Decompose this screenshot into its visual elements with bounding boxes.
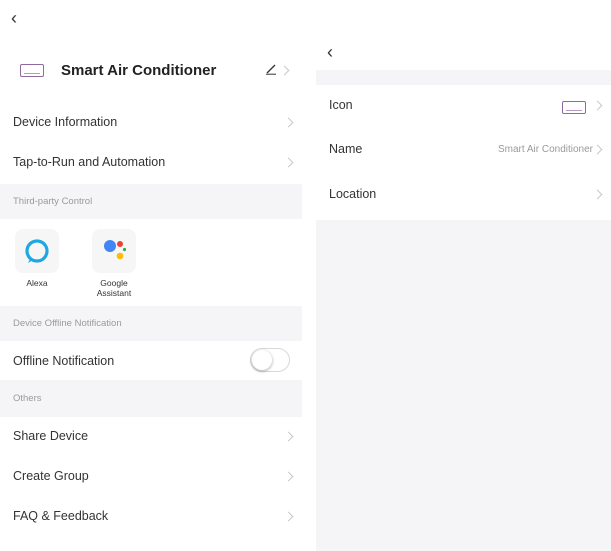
row-label: Icon [329, 98, 353, 112]
row-label: FAQ & Feedback [13, 509, 109, 523]
section-label: Device Offline Notification [13, 318, 122, 329]
chevron-right-icon [283, 431, 294, 442]
row-label: Share Device [13, 429, 89, 443]
back-chevron-icon[interactable]: ‹ [11, 9, 17, 27]
third-party-google-assistant[interactable]: Google Assistant [84, 229, 144, 299]
third-party-label: Alexa [26, 278, 48, 288]
row-label: Device Information [13, 115, 118, 129]
device-settings-panel: ‹ Smart Air Conditioner Device Informati… [0, 0, 302, 551]
chevron-right-icon [592, 100, 603, 111]
row-tap-to-run[interactable]: Tap-to-Run and Automation [0, 143, 302, 183]
row-label: Offline Notification [13, 354, 115, 368]
row-label: Create Group [13, 469, 89, 483]
chevron-right-icon [283, 117, 294, 128]
google-assistant-icon [92, 229, 136, 273]
row-icon[interactable]: Icon [316, 85, 611, 129]
section-offline: Device Offline Notification [0, 306, 302, 342]
chevron-right-icon [283, 511, 294, 522]
chevron-right-icon [283, 471, 294, 482]
row-label: Location [329, 187, 377, 201]
row-name[interactable]: Name Smart Air Conditioner [316, 129, 611, 173]
device-title: Smart Air Conditioner [61, 62, 217, 79]
chevron-right-icon [283, 157, 294, 168]
section-others: Others [0, 380, 302, 417]
edit-pencil-icon[interactable] [265, 63, 277, 75]
third-party-alexa[interactable]: Alexa [7, 229, 67, 289]
offline-notification-toggle[interactable] [250, 348, 290, 372]
device-header: Smart Air Conditioner [0, 44, 302, 98]
row-device-information[interactable]: Device Information [0, 103, 302, 143]
third-party-label: Google Assistant [96, 278, 132, 298]
chevron-right-icon [592, 189, 603, 200]
back-chevron-icon[interactable]: ‹ [327, 43, 333, 61]
air-conditioner-icon [20, 64, 44, 77]
row-value: Smart Air Conditioner [497, 144, 593, 155]
chevron-right-icon [592, 144, 603, 155]
row-label: Name [329, 142, 363, 156]
row-share-device[interactable]: Share Device [0, 417, 302, 457]
separator [316, 70, 611, 85]
row-location[interactable]: Location [316, 174, 611, 218]
nav-bar: ‹ [316, 0, 611, 70]
device-edit-panel: ‹ Icon Name Smart Air Conditioner Locati… [316, 0, 611, 551]
row-label: Tap-to-Run and Automation [13, 155, 166, 169]
section-third-party: Third-party Control [0, 184, 302, 219]
row-faq-feedback[interactable]: FAQ & Feedback [0, 497, 302, 537]
edit-list: Icon Name Smart Air Conditioner Location [316, 85, 611, 220]
section-label: Third-party Control [13, 196, 93, 207]
toggle-knob [252, 350, 272, 370]
section-label: Others [13, 393, 42, 404]
chevron-right-icon [279, 65, 290, 76]
air-conditioner-icon [562, 101, 586, 114]
alexa-icon [15, 229, 59, 273]
row-create-group[interactable]: Create Group [0, 457, 302, 497]
